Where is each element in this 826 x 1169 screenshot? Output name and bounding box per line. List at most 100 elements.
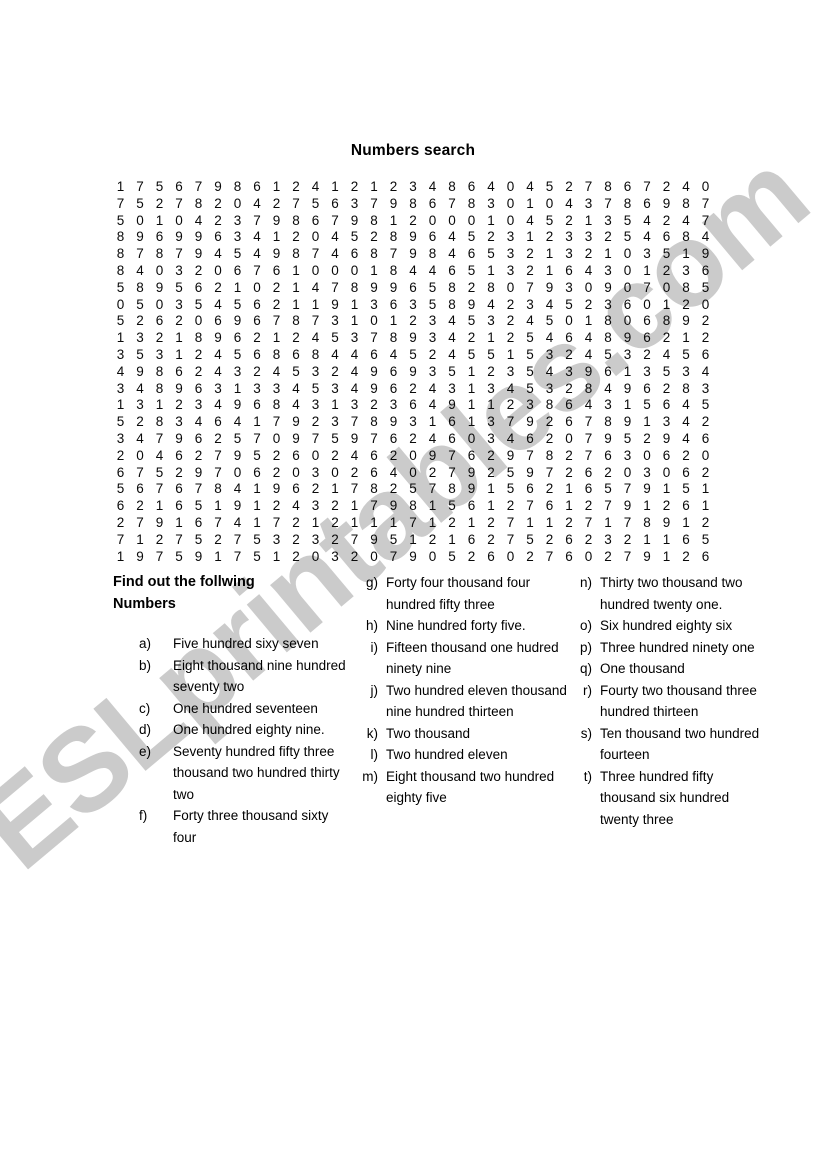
clue-marker: j) bbox=[370, 682, 379, 698]
clue-item: j) Two hundred eleven thousand nine hundr… bbox=[358, 680, 568, 723]
grid-cell: 2 bbox=[701, 414, 710, 430]
grid-cell: 4 bbox=[448, 246, 456, 262]
grid-cell: 3 bbox=[701, 380, 710, 396]
grid-cell: 7 bbox=[350, 481, 359, 497]
grid-cell: 1 bbox=[116, 179, 125, 194]
grid-row: 6752970620302640279259726203062 bbox=[113, 465, 713, 482]
grid-cell: 6 bbox=[526, 430, 534, 446]
grid-cell: 9 bbox=[370, 363, 378, 379]
grid-cell: 1 bbox=[409, 531, 417, 547]
grid-cell: 6 bbox=[331, 195, 339, 211]
grid-cell: 6 bbox=[175, 447, 183, 463]
grid-cell: 5 bbox=[604, 481, 612, 497]
grid-cell: 0 bbox=[623, 464, 632, 480]
grid-row: 5895621021478996582807930907085 bbox=[113, 280, 713, 297]
grid-cell: 6 bbox=[214, 414, 222, 430]
grid-cell: 7 bbox=[584, 179, 593, 194]
grid-cell: 9 bbox=[409, 229, 417, 245]
clue-marker: m) bbox=[362, 768, 378, 784]
grid-cell: 7 bbox=[136, 246, 144, 262]
grid-cell: 0 bbox=[370, 313, 378, 329]
grid-cell: 6 bbox=[565, 262, 573, 278]
grid-cell: 5 bbox=[467, 262, 476, 278]
grid-cell: 2 bbox=[467, 330, 476, 346]
grid-cell: 2 bbox=[311, 414, 320, 430]
clue-item: e) Seventy hundred fifty three thousand t… bbox=[139, 741, 349, 806]
grid-cell: 8 bbox=[370, 212, 378, 228]
grid-cell: 7 bbox=[253, 262, 261, 278]
grid-cell: 6 bbox=[565, 330, 573, 346]
grid-cell: 3 bbox=[604, 531, 612, 547]
grid-cell: 6 bbox=[214, 313, 222, 329]
grid-cell: 7 bbox=[448, 195, 456, 211]
grid-row: 1975917512032079052602760279126 bbox=[113, 549, 713, 566]
grid-row: 1312349684313236491123864315645 bbox=[113, 397, 713, 414]
grid-cell: 2 bbox=[565, 464, 573, 480]
clue-text: Two hundred eleven thousand nine hundred… bbox=[386, 682, 567, 720]
grid-cell: 9 bbox=[272, 212, 281, 228]
grid-cell: 1 bbox=[506, 346, 515, 362]
clue-item: i) Fifteen thousand one hudred ninety nin… bbox=[358, 637, 568, 680]
grid-cell: 4 bbox=[311, 279, 320, 295]
grid-cell: 3 bbox=[194, 397, 203, 413]
grid-cell: 2 bbox=[292, 514, 300, 530]
grid-cell: 2 bbox=[409, 313, 417, 329]
grid-cell: 4 bbox=[682, 430, 690, 446]
grid-cell: 8 bbox=[116, 262, 125, 278]
grid-cell: 1 bbox=[292, 296, 300, 312]
grid-cell: 3 bbox=[311, 363, 320, 379]
grid-cell: 9 bbox=[448, 397, 456, 413]
grid-cell: 8 bbox=[272, 346, 281, 362]
grid-cell: 9 bbox=[350, 212, 359, 228]
grid-cell: 1 bbox=[682, 246, 690, 262]
grid-cell: 3 bbox=[506, 246, 515, 262]
grid-cell: 3 bbox=[175, 262, 183, 278]
grid-cell: 5 bbox=[682, 346, 690, 362]
grid-cell: 3 bbox=[682, 262, 690, 278]
grid-cell: 3 bbox=[604, 262, 612, 278]
grid-cell: 0 bbox=[331, 464, 339, 480]
grid-cell: 3 bbox=[272, 380, 281, 396]
grid-cell: 4 bbox=[506, 430, 515, 446]
clue-marker: e) bbox=[139, 743, 152, 759]
grid-cell: 9 bbox=[194, 464, 203, 480]
grid-cell: 2 bbox=[682, 296, 690, 312]
grid-cell: 5 bbox=[623, 430, 632, 446]
grid-cell: 2 bbox=[701, 330, 710, 346]
grid-cell: 4 bbox=[682, 212, 690, 228]
clue-text: Ten thousand two hundred fourteen bbox=[600, 725, 760, 763]
grid-cell: 3 bbox=[331, 380, 339, 396]
grid-cell: 2 bbox=[350, 548, 359, 564]
grid-cell: 2 bbox=[136, 414, 144, 430]
grid-cell: 7 bbox=[116, 195, 125, 211]
grid-cell: 4 bbox=[331, 246, 339, 262]
clue-item: d) One hundred eighty nine. bbox=[139, 719, 349, 741]
grid-cell: 2 bbox=[331, 531, 339, 547]
grid-cell: 6 bbox=[467, 531, 476, 547]
grid-cell: 5 bbox=[233, 430, 242, 446]
grid-cell: 0 bbox=[194, 313, 203, 329]
grid-cell: 9 bbox=[526, 464, 534, 480]
grid-cell: 5 bbox=[253, 447, 261, 463]
grid-cell: 4 bbox=[584, 397, 593, 413]
grid-cell: 2 bbox=[448, 514, 456, 530]
grid-cell: 6 bbox=[155, 313, 164, 329]
grid-cell: 2 bbox=[565, 380, 573, 396]
grid-cell: 1 bbox=[487, 481, 495, 497]
grid-cell: 3 bbox=[311, 531, 320, 547]
grid-cell: 2 bbox=[526, 262, 534, 278]
grid-cell: 4 bbox=[487, 296, 495, 312]
grid-cell: 1 bbox=[467, 397, 476, 413]
grid-cell: 4 bbox=[155, 447, 164, 463]
grid-cell: 8 bbox=[487, 279, 495, 295]
grid-cell: 1 bbox=[662, 548, 671, 564]
grid-cell: 0 bbox=[292, 464, 300, 480]
grid-cell: 1 bbox=[155, 212, 164, 228]
grid-cell: 8 bbox=[370, 481, 378, 497]
grid-cell: 2 bbox=[311, 481, 320, 497]
grid-cell: 1 bbox=[565, 481, 573, 497]
grid-cell: 2 bbox=[214, 279, 222, 295]
grid-cell: 2 bbox=[272, 195, 281, 211]
grid-cell: 7 bbox=[136, 514, 144, 530]
grid-cell: 4 bbox=[233, 481, 242, 497]
